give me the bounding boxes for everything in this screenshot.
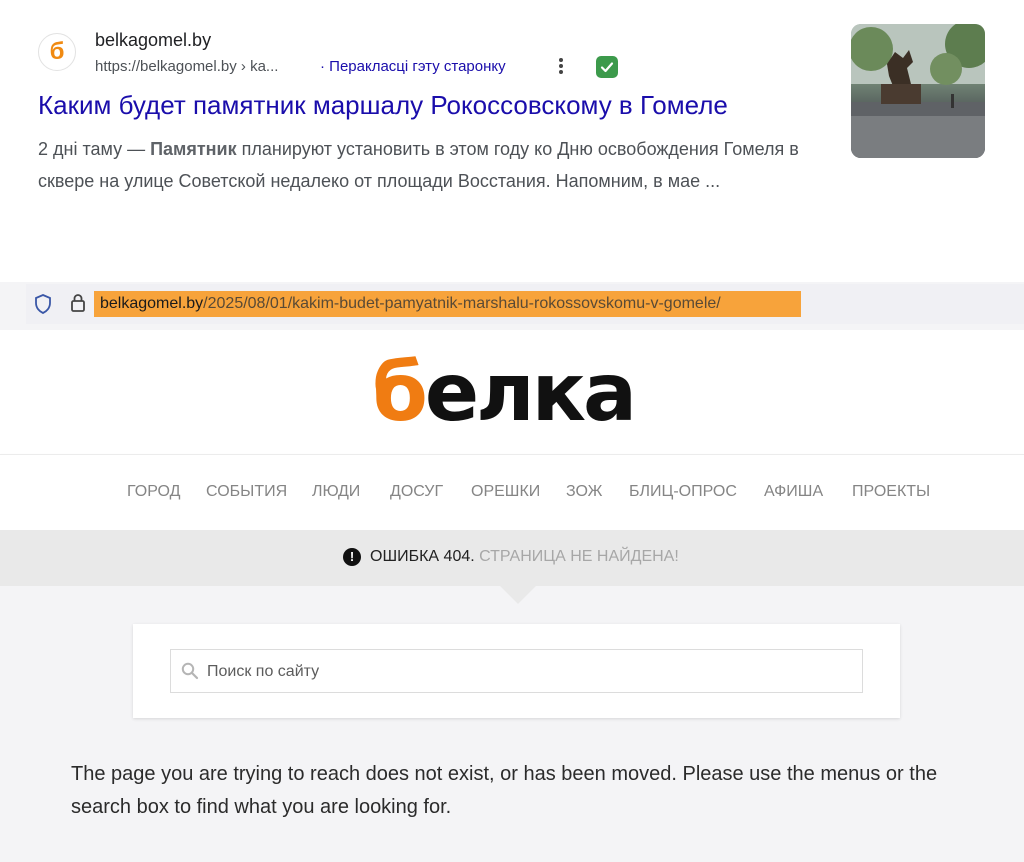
logo-letter-b: б xyxy=(372,346,428,439)
nav-item-oreshki[interactable]: ОРЕШКИ xyxy=(471,483,540,501)
translate-page-link[interactable]: · Перакласці гэту старонку xyxy=(320,58,506,75)
nav-item-sobytiya[interactable]: СОБЫТИЯ xyxy=(206,483,287,501)
nav-item-proekty[interactable]: ПРОЕКТЫ xyxy=(852,483,930,501)
main-navigation: ГОРОД СОБЫТИЯ ЛЮДИ ДОСУГ ОРЕШКИ ЗОЖ БЛИЦ… xyxy=(0,454,1024,530)
result-url[interactable]: https://belkagomel.by › ka... xyxy=(95,58,278,75)
verified-check-icon xyxy=(596,56,618,78)
lock-icon[interactable] xyxy=(70,293,86,318)
nav-item-blic-opros[interactable]: БЛИЦ-ОПРОС xyxy=(629,483,737,501)
error-icon: ! xyxy=(343,548,361,566)
nav-item-afisha[interactable]: АФИША xyxy=(764,483,823,501)
result-site-name[interactable]: belkagomel.by xyxy=(95,30,211,51)
error-message: ОШИБКА 404. СТРАНИЦА НЕ НАЙДЕНА! xyxy=(370,548,679,566)
nav-item-lyudi[interactable]: ЛЮДИ xyxy=(312,483,360,501)
site-header: белка xyxy=(0,330,1024,454)
snippet-date: 2 дні таму — xyxy=(38,139,151,159)
url-text[interactable]: belkagomel.by/2025/08/01/kakim-budet-pam… xyxy=(94,291,801,317)
nav-item-gorod[interactable]: ГОРОД xyxy=(127,483,180,501)
site-search-field[interactable] xyxy=(170,649,863,694)
result-snippet: 2 дні таму — Памятник планируют установи… xyxy=(38,133,838,197)
favicon-letter: б xyxy=(49,38,65,65)
search-result: б belkagomel.by https://belkagomel.by › … xyxy=(0,0,1024,282)
url-host: belkagomel.by xyxy=(100,295,204,312)
browser-address-bar[interactable]: belkagomel.by/2025/08/01/kakim-budet-pam… xyxy=(26,284,1024,324)
search-icon xyxy=(181,662,199,685)
not-found-message: The page you are trying to reach does no… xyxy=(71,763,938,818)
error-notice: ! ОШИБКА 404. СТРАНИЦА НЕ НАЙДЕНА! xyxy=(0,530,1024,586)
nav-item-zozh[interactable]: ЗОЖ xyxy=(566,483,602,501)
site-favicon[interactable]: б xyxy=(38,33,76,71)
logo-letters: елка xyxy=(424,346,637,439)
notice-arrow xyxy=(500,586,536,604)
url-path: /2025/08/01/kakim-budet-pamyatnik-marsha… xyxy=(203,295,721,312)
error-description: СТРАНИЦА НЕ НАЙДЕНА! xyxy=(474,548,679,565)
nav-item-dosug[interactable]: ДОСУГ xyxy=(390,483,443,501)
search-input[interactable] xyxy=(205,650,849,694)
site-logo[interactable]: белка xyxy=(372,346,637,439)
result-thumbnail[interactable] xyxy=(851,24,985,158)
more-options-icon[interactable] xyxy=(553,56,569,76)
result-title-link[interactable]: Каким будет памятник маршалу Рокоссовско… xyxy=(38,90,728,121)
search-card xyxy=(133,624,900,718)
tracking-shield-icon[interactable] xyxy=(34,294,52,319)
error-code: ОШИБКА 404. xyxy=(370,548,475,565)
snippet-bold: Памятник xyxy=(150,139,237,159)
